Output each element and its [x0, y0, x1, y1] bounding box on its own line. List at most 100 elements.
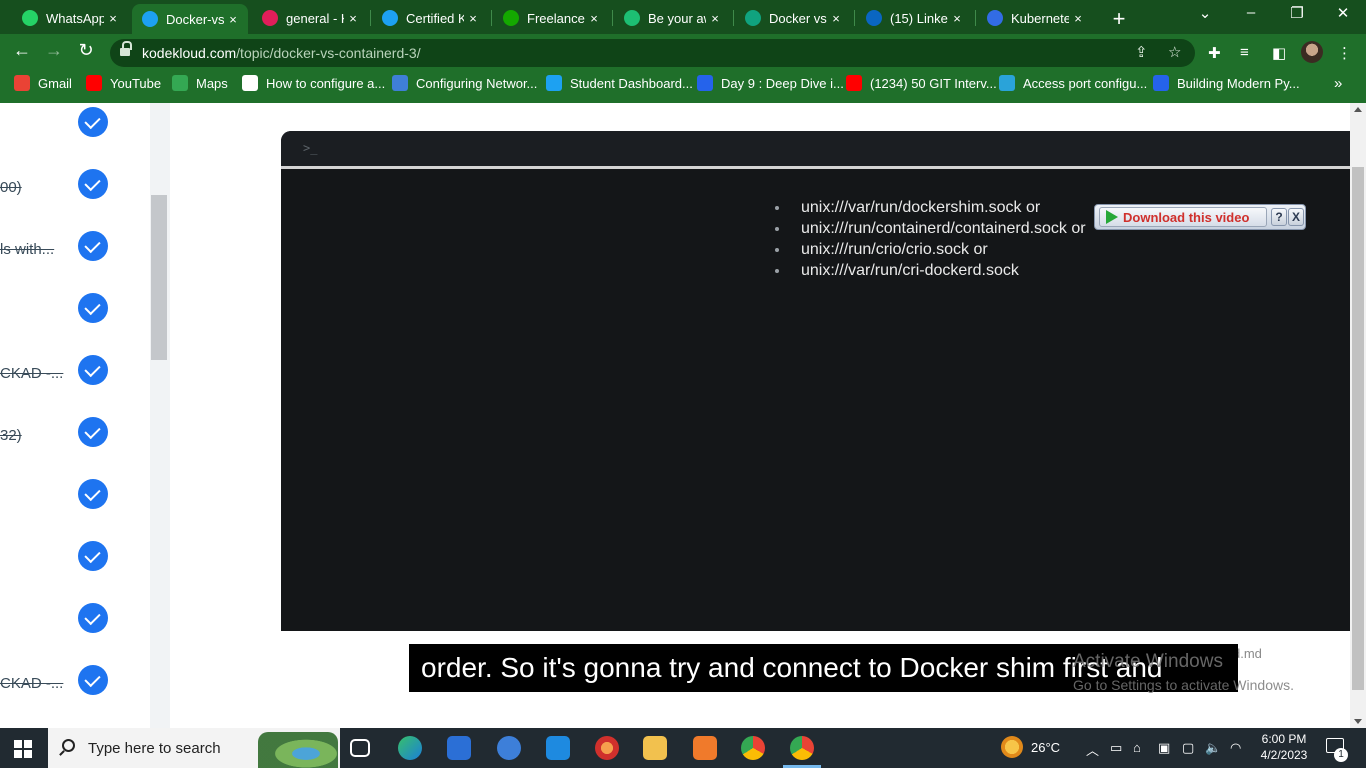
bookmark-item[interactable]: Gmail — [14, 75, 72, 91]
lesson-item[interactable] — [0, 601, 150, 641]
close-tab-icon[interactable]: × — [224, 12, 242, 27]
app-icon[interactable] — [693, 736, 717, 760]
scroll-up-arrow[interactable] — [1354, 107, 1362, 112]
close-tab-icon[interactable]: × — [706, 11, 724, 26]
taskbar-search[interactable]: Type here to search — [48, 728, 340, 768]
lesson-item[interactable]: CKAD -... — [0, 353, 150, 393]
completed-check-icon[interactable] — [78, 541, 108, 571]
bookmark-item[interactable]: How to configure a... — [242, 75, 385, 91]
lesson-item[interactable]: CKAD -... — [0, 663, 150, 703]
extensions-icon[interactable]: ✚ — [1208, 44, 1221, 62]
profile-avatar[interactable] — [1301, 41, 1323, 63]
close-tab-icon[interactable]: × — [344, 11, 362, 26]
bookmark-item[interactable]: Configuring Networ... — [392, 75, 537, 91]
meet-now-icon[interactable]: ▣ — [1158, 740, 1170, 756]
completed-check-icon[interactable] — [78, 231, 108, 261]
completed-check-icon[interactable] — [78, 479, 108, 509]
sidebar-scrollbar[interactable] — [150, 103, 170, 728]
forward-button[interactable]: → — [42, 40, 66, 61]
windows-start-button[interactable] — [14, 740, 32, 758]
tab-8[interactable]: Kubernete × — [977, 4, 1093, 32]
file-explorer-icon[interactable] — [643, 736, 667, 760]
close-tab-icon[interactable]: × — [827, 11, 845, 26]
download-video-button[interactable]: Download this video — [1099, 207, 1267, 227]
lesson-item[interactable]: 32) — [0, 415, 150, 455]
bookmark-item[interactable]: Building Modern Py... — [1153, 75, 1300, 91]
bookmark-item[interactable]: Student Dashboard... — [546, 75, 693, 91]
tab-5[interactable]: Be your aw× — [614, 4, 730, 32]
url-text[interactable]: kodekloud.com/topic/docker-vs-containerd… — [142, 45, 421, 61]
page-scrollbar-thumb[interactable] — [1352, 167, 1364, 690]
battery-icon[interactable]: ▭ — [1110, 740, 1122, 756]
app-icon[interactable] — [497, 736, 521, 760]
maximize-button[interactable]: ❐ — [1285, 4, 1309, 22]
mail-icon[interactable] — [546, 736, 570, 760]
close-window-button[interactable]: ✕ — [1331, 4, 1355, 22]
chrome-icon[interactable] — [741, 736, 765, 760]
tab-4[interactable]: Freelance I× — [493, 4, 609, 32]
reload-button[interactable]: ↻ — [74, 40, 98, 61]
bookmarks-overflow-button[interactable]: » — [1334, 75, 1342, 92]
completed-check-icon[interactable] — [78, 417, 108, 447]
lock-icon[interactable] — [120, 41, 132, 58]
close-tab-icon[interactable]: × — [104, 11, 122, 26]
new-tab-button[interactable]: + — [1108, 6, 1130, 32]
bookmark-label: Maps — [196, 75, 228, 91]
bookmark-item[interactable]: (1234) 50 GIT Interv... — [846, 75, 997, 91]
close-tab-icon[interactable]: × — [948, 11, 966, 26]
completed-check-icon[interactable] — [78, 169, 108, 199]
lesson-item[interactable]: 00) — [0, 167, 150, 207]
download-help-button[interactable]: ? — [1271, 208, 1287, 226]
microsoft-store-icon[interactable] — [447, 736, 471, 760]
tab-search-button[interactable]: ⌄ — [1193, 4, 1217, 22]
bookmark-item[interactable]: Day 9 : Deep Dive i... — [697, 75, 844, 91]
close-tab-icon[interactable]: × — [585, 11, 603, 26]
tab-1[interactable]: Docker-vs- × — [132, 4, 248, 34]
page-scrollbar[interactable] — [1350, 103, 1366, 728]
chrome-active-icon[interactable] — [790, 736, 814, 760]
app-icon[interactable] — [595, 736, 619, 760]
display-icon[interactable]: ▢ — [1182, 740, 1194, 756]
lesson-item[interactable] — [0, 539, 150, 579]
show-hidden-icons-icon[interactable]: ︿ — [1086, 740, 1099, 759]
completed-check-icon[interactable] — [78, 355, 108, 385]
lesson-item[interactable]: ls with... — [0, 229, 150, 269]
close-tab-icon[interactable]: × — [464, 11, 482, 26]
completed-check-icon[interactable] — [78, 603, 108, 633]
completed-check-icon[interactable] — [78, 293, 108, 323]
weather-temperature[interactable]: 26°C — [1031, 740, 1060, 755]
weather-icon[interactable] — [1001, 736, 1023, 758]
address-bar[interactable]: kodekloud.com/topic/docker-vs-containerd… — [110, 39, 1195, 67]
lesson-item[interactable] — [0, 477, 150, 517]
edge-browser-icon[interactable] — [398, 736, 422, 760]
completed-check-icon[interactable] — [78, 665, 108, 695]
tab-3[interactable]: Certified K × — [372, 4, 488, 32]
menu-icon[interactable]: ⋮ — [1337, 44, 1352, 62]
network-device-icon[interactable]: ⌂ — [1133, 740, 1141, 755]
wifi-icon[interactable]: ◠ — [1230, 740, 1241, 756]
video-player[interactable]: >_ unix:///var/run/dockershim.sock or uni… — [281, 131, 1350, 631]
back-button[interactable]: ← — [10, 40, 34, 61]
taskbar-clock[interactable]: 6:00 PM 4/2/2023 — [1252, 731, 1316, 763]
side-panel-icon[interactable]: ◧ — [1272, 44, 1286, 62]
completed-check-icon[interactable] — [78, 107, 108, 137]
tab-6[interactable]: Docker vs × — [735, 4, 851, 32]
tab-2[interactable]: general - K × — [252, 4, 368, 32]
bookmark-item[interactable]: YouTube — [86, 75, 161, 91]
lesson-item[interactable] — [0, 105, 150, 145]
bookmark-item[interactable]: Access port configu... — [999, 75, 1147, 91]
lesson-item[interactable] — [0, 291, 150, 331]
tab-7[interactable]: (15) Linked× — [856, 4, 972, 32]
tab-0[interactable]: WhatsApp × — [12, 4, 128, 32]
sidebar-scrollbar-thumb[interactable] — [151, 195, 167, 360]
bookmark-star-icon[interactable]: ☆ — [1168, 43, 1181, 61]
download-close-button[interactable]: X — [1288, 208, 1304, 226]
bookmark-item[interactable]: Maps — [172, 75, 228, 91]
share-icon[interactable]: ⇪ — [1135, 43, 1148, 61]
scroll-down-arrow[interactable] — [1354, 719, 1362, 724]
volume-icon[interactable]: 🔈 — [1205, 740, 1221, 756]
task-view-icon[interactable] — [350, 739, 370, 757]
minimize-button[interactable]: – — [1239, 4, 1263, 21]
media-controls-icon[interactable]: ≡ — [1240, 44, 1249, 61]
close-tab-icon[interactable]: × — [1069, 11, 1087, 26]
